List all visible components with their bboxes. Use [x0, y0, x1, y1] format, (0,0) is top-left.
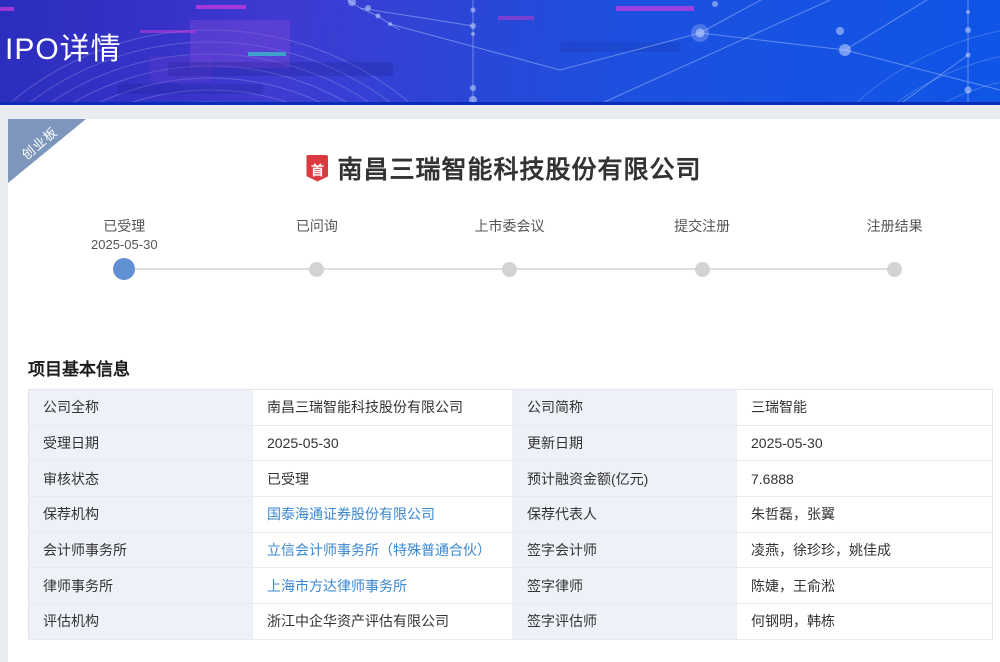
info-value: 陈婕，王俞淞 [751, 576, 835, 596]
info-value: 2025-05-30 [267, 435, 339, 451]
info-value: 2025-05-30 [751, 435, 823, 451]
info-value-cell: 立信会计师事务所（特殊普通合伙） [253, 533, 513, 569]
info-value-cell: 国泰海通证券股份有限公司 [253, 497, 513, 533]
stepper-step-dot-wrap [502, 256, 517, 282]
info-label: 受理日期 [29, 426, 253, 462]
info-value-cell: 陈婕，王俞淞 [737, 568, 992, 604]
first-issue-badge-icon: 首 [306, 155, 328, 182]
stepper-step-label: 已受理 [103, 216, 145, 236]
info-value-cell: 浙江中企华资产评估有限公司 [253, 604, 513, 640]
info-value: 三瑞智能 [751, 397, 807, 417]
info-value-cell: 2025-05-30 [737, 426, 992, 462]
stepper-step-dot-wrap [695, 256, 710, 282]
info-value: 朱哲磊，张翼 [751, 504, 835, 524]
section-title: 项目基本信息 [28, 355, 130, 380]
info-value-cell: 南昌三瑞智能科技股份有限公司 [253, 390, 513, 426]
info-value-cell: 2025-05-30 [253, 426, 513, 462]
info-label: 审核状态 [29, 461, 253, 497]
stepper-step-dot [502, 262, 517, 277]
company-title-row: 首 南昌三瑞智能科技股份有限公司 [8, 150, 1000, 186]
stepper-step-dot-wrap [309, 256, 324, 282]
ipo-progress-stepper: 已受理2025-05-30 已问询 上市委会议 提交注册 注册结果 [28, 216, 991, 286]
info-label: 公司简称 [513, 390, 737, 426]
info-value: 南昌三瑞智能科技股份有限公司 [267, 397, 463, 417]
info-value-cell: 7.6888 [737, 461, 992, 497]
info-value-link[interactable]: 国泰海通证券股份有限公司 [267, 504, 435, 524]
stepper-step: 提交注册 [606, 216, 799, 282]
stepper-step: 已问询 [221, 216, 414, 282]
info-label: 律师事务所 [29, 568, 253, 604]
stepper-step-label: 已问询 [296, 216, 338, 236]
info-label: 签字会计师 [513, 533, 737, 569]
stepper-step-dot [113, 258, 135, 280]
info-value: 凌燕，徐珍珍，姚佳成 [751, 540, 891, 560]
info-value: 何钢明，韩栋 [751, 611, 835, 631]
stepper-step: 上市委会议 [413, 216, 606, 282]
info-value-link[interactable]: 立信会计师事务所（特殊普通合伙） [267, 540, 491, 560]
banner-decoration [0, 0, 1000, 105]
content-card: 创业板 首 南昌三瑞智能科技股份有限公司 已受理2025-05-30已问询上市委… [8, 119, 1000, 662]
stepper-steps: 已受理2025-05-30 已问询 上市委会议 提交注册 注册结果 [28, 216, 991, 282]
info-label: 签字评估师 [513, 604, 737, 640]
stepper-step-dot [695, 262, 710, 277]
info-value-cell: 已受理 [253, 461, 513, 497]
stepper-step-label: 上市委会议 [474, 216, 544, 236]
stepper-step-label: 注册结果 [867, 216, 923, 236]
page-title: IPO详情 [5, 24, 122, 68]
stepper-step-dot [309, 262, 324, 277]
info-label: 签字律师 [513, 568, 737, 604]
company-name: 南昌三瑞智能科技股份有限公司 [337, 150, 701, 186]
info-value: 已受理 [267, 469, 309, 489]
info-value: 浙江中企华资产评估有限公司 [267, 611, 449, 631]
info-value-cell: 三瑞智能 [737, 390, 992, 426]
page-header-banner: IPO详情 [0, 0, 1000, 105]
info-label: 会计师事务所 [29, 533, 253, 569]
stepper-step-date: 2025-05-30 [91, 236, 158, 256]
info-value-cell: 朱哲磊，张翼 [737, 497, 992, 533]
info-label: 保荐机构 [29, 497, 253, 533]
stepper-step-label: 提交注册 [674, 216, 730, 236]
info-label: 更新日期 [513, 426, 737, 462]
info-value: 7.6888 [751, 471, 794, 487]
info-value-cell: 上海市方达律师事务所 [253, 568, 513, 604]
stepper-step: 注册结果 [798, 216, 991, 282]
info-label: 预计融资金额(亿元) [513, 461, 737, 497]
stepper-step: 已受理2025-05-30 [28, 216, 221, 282]
stepper-step-dot [887, 262, 902, 277]
page: IPO详情 创业板 首 南昌三瑞智能科技股份有限公司 已受理2025-05-30… [0, 0, 1000, 662]
info-label: 评估机构 [29, 604, 253, 640]
info-value-link[interactable]: 上海市方达律师事务所 [267, 576, 407, 596]
basic-info-table: 公司全称南昌三瑞智能科技股份有限公司 公司简称三瑞智能受理日期 2025-05-30… [28, 389, 993, 640]
stepper-step-dot-wrap [887, 256, 902, 282]
stepper-step-dot-wrap [113, 256, 135, 282]
info-label: 公司全称 [29, 390, 253, 426]
info-value-cell: 凌燕，徐珍珍，姚佳成 [737, 533, 992, 569]
info-value-cell: 何钢明，韩栋 [737, 604, 992, 640]
info-label: 保荐代表人 [513, 497, 737, 533]
